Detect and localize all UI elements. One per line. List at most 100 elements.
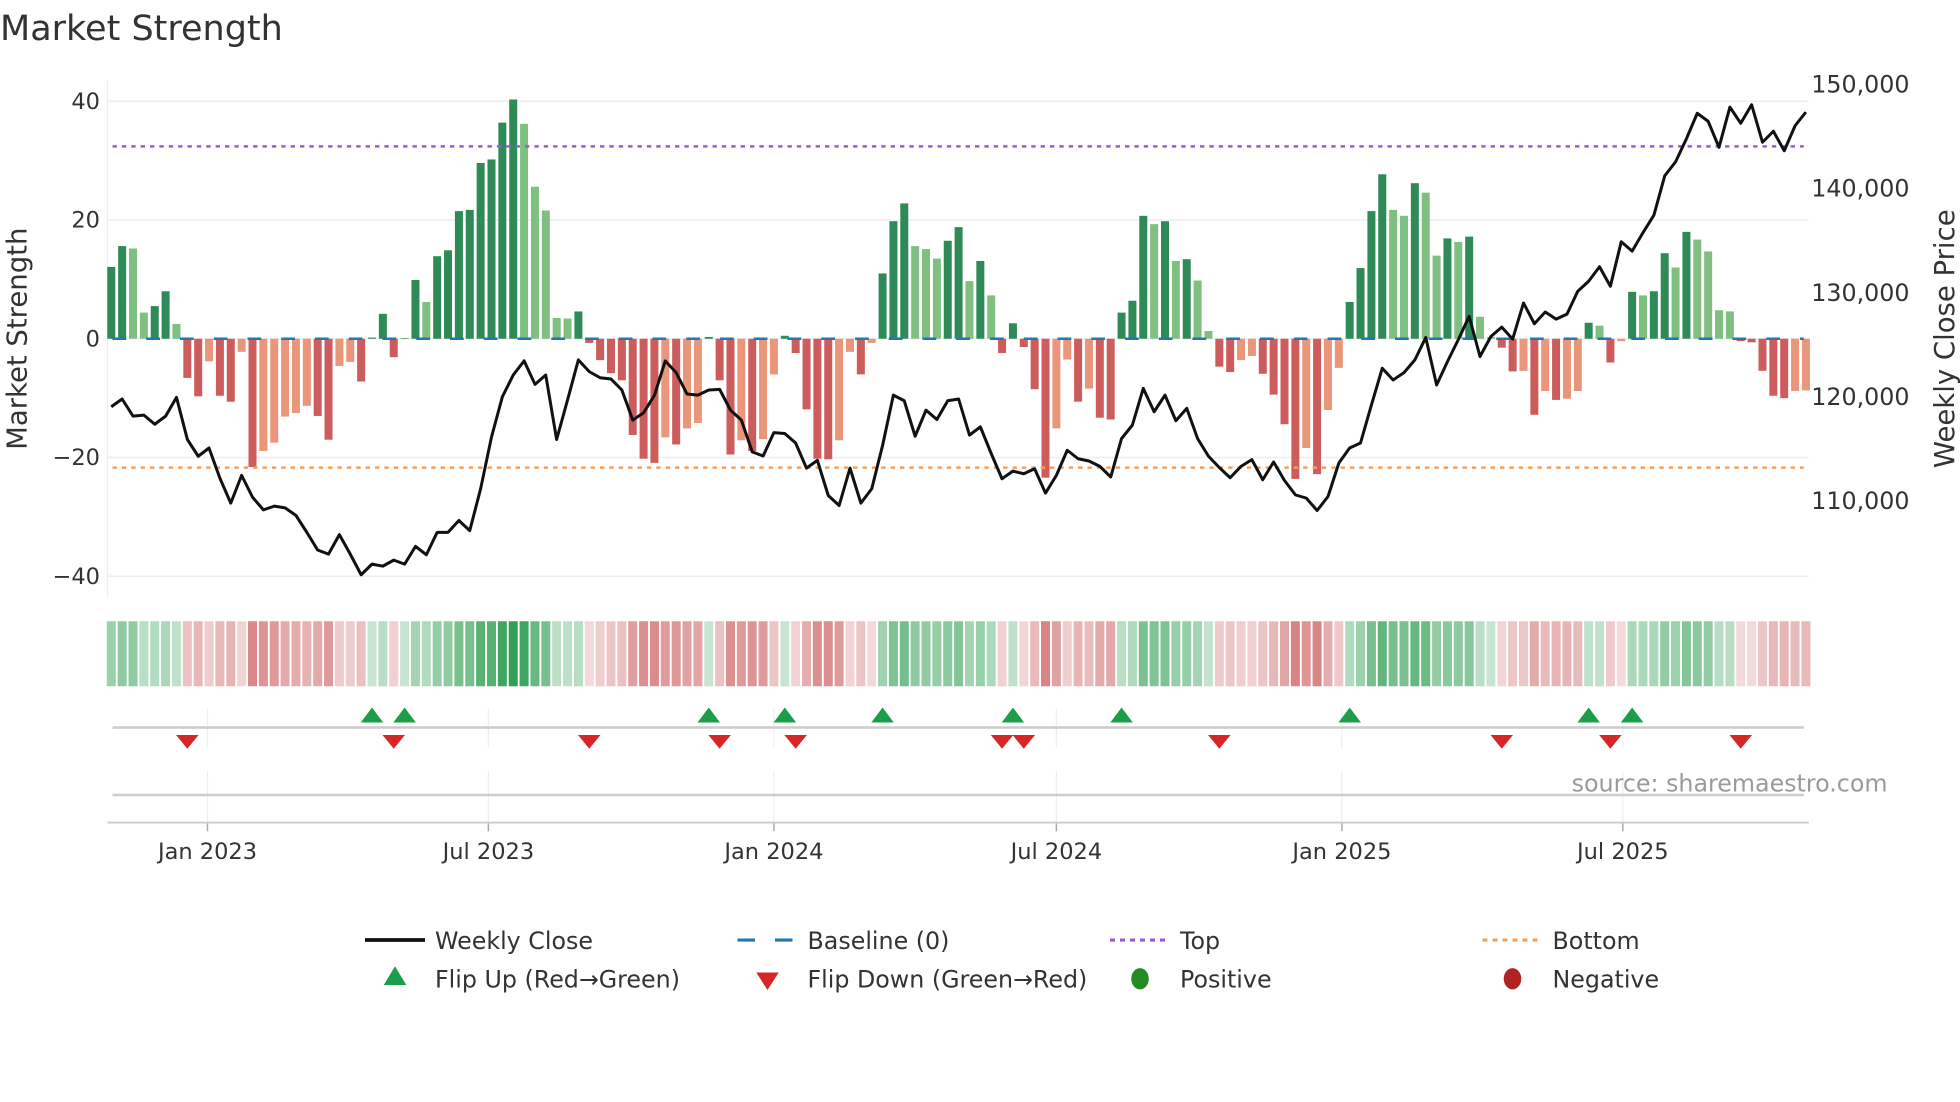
strip-cell [1084,621,1094,687]
positive-bar [552,317,561,339]
strip-cell [378,621,388,687]
x-axis: Jan 2023 Jul 2023 Jan 2024 Jul 2024 Jan 2025… [107,821,1809,865]
strip-cell [1627,621,1637,687]
strip-cell [628,621,638,687]
strip-cell [910,621,920,687]
strip-cell [519,621,529,687]
negative-bar [802,338,811,410]
strip-cell [1051,621,1061,687]
strip-cell [193,621,203,687]
flip-up-marker [1577,707,1600,723]
y2-tick-label: 140,000 [1811,175,1909,203]
strip-cell [1421,621,1431,687]
positive-bar [1671,267,1680,339]
negative-bar [335,338,344,367]
strip-cell [1649,621,1659,687]
strip-cell [639,621,649,687]
strip-cell [1660,621,1670,687]
strip-cell [899,621,909,687]
strip-cell [1138,621,1148,687]
negative-bar [1552,338,1561,400]
positive-bar [1628,291,1637,339]
legend-label: Bottom [1553,927,1640,955]
strip-cell [1334,621,1344,687]
strip-cell [1551,621,1561,687]
positive-bar [422,301,431,339]
legend: Weekly Close Baseline (0) Top Bottom Flip Up… [365,927,1659,994]
strip-cell [465,621,475,687]
strip-cell [1692,621,1702,687]
negative-bar [1237,338,1246,361]
strip-cell [802,621,812,687]
strip-cell [1095,621,1105,687]
negative-bar [661,338,670,438]
y2-tick-label: 130,000 [1811,279,1909,307]
negative-bar [998,338,1007,353]
positive-bar [987,295,996,339]
strip-cell [106,621,116,687]
negative-bar [769,338,778,375]
negative-bar [1606,338,1615,363]
negative-bar [1030,338,1039,390]
strip-cell [867,621,877,687]
strip-cell [780,621,790,687]
flip-down-marker [990,735,1014,749]
positive-bar [574,311,583,339]
negative-bar [693,338,702,424]
strip-cell [954,621,964,687]
positive-bar [943,240,952,339]
negative-bar [1084,338,1093,389]
strip-cell [226,621,236,687]
positive-bar [704,336,713,339]
strip-cell [1529,621,1539,687]
strip-cell [1019,621,1029,687]
positive-bar [1389,209,1398,339]
strip-cell [161,621,171,687]
strip-cell [1616,621,1626,687]
left-axis-ticks: 40 20 0 −20 −40 [53,89,100,590]
legend-flip-up-icon [383,966,407,985]
flip-up-marker [1110,707,1133,723]
negative-bar [1323,338,1332,410]
strip-cell [964,621,974,687]
negative-bar [313,338,322,416]
flip-up-marker [697,707,721,723]
negative-bar [1791,338,1800,391]
strip-cell [302,621,312,687]
strip-cell [943,621,953,687]
negative-bar [1519,338,1528,371]
market-strength-chart: Market Strength 40 20 0 −20 −40 150,000 140,0… [0,9,1960,994]
strip-cell [1442,621,1452,687]
negative-bar [1074,338,1083,402]
positive-bar [1410,183,1419,339]
negative-bar [867,338,876,343]
positive-bar [367,337,376,339]
strip-cell [171,621,181,687]
positive-bar [1193,280,1202,339]
positive-bar [1649,291,1658,339]
positive-bar [911,246,920,339]
negative-bar [1769,338,1778,396]
strip-cell [552,621,562,687]
negative-bar [715,338,724,381]
flip-up-marker [871,707,894,723]
strip-cell [1323,621,1333,687]
positive-bar [129,248,138,339]
strip-cell [747,621,757,687]
legend-positive-icon [1131,968,1149,990]
strip-cell [1573,621,1583,687]
strip-cell [1008,621,1018,687]
strip-cell [1703,621,1713,687]
strip-cell [1486,621,1496,687]
positive-bar [1117,312,1126,339]
positive-bar [1584,322,1593,339]
negative-bar [596,338,605,361]
negative-bar [845,338,854,352]
legend-label: Baseline (0) [808,927,950,955]
strip-cell [1290,621,1300,687]
strip-cell [334,621,344,687]
strip-cell [1062,621,1072,687]
positive-bar [139,312,148,339]
negative-bar [1269,338,1278,395]
negative-bar [835,338,844,441]
